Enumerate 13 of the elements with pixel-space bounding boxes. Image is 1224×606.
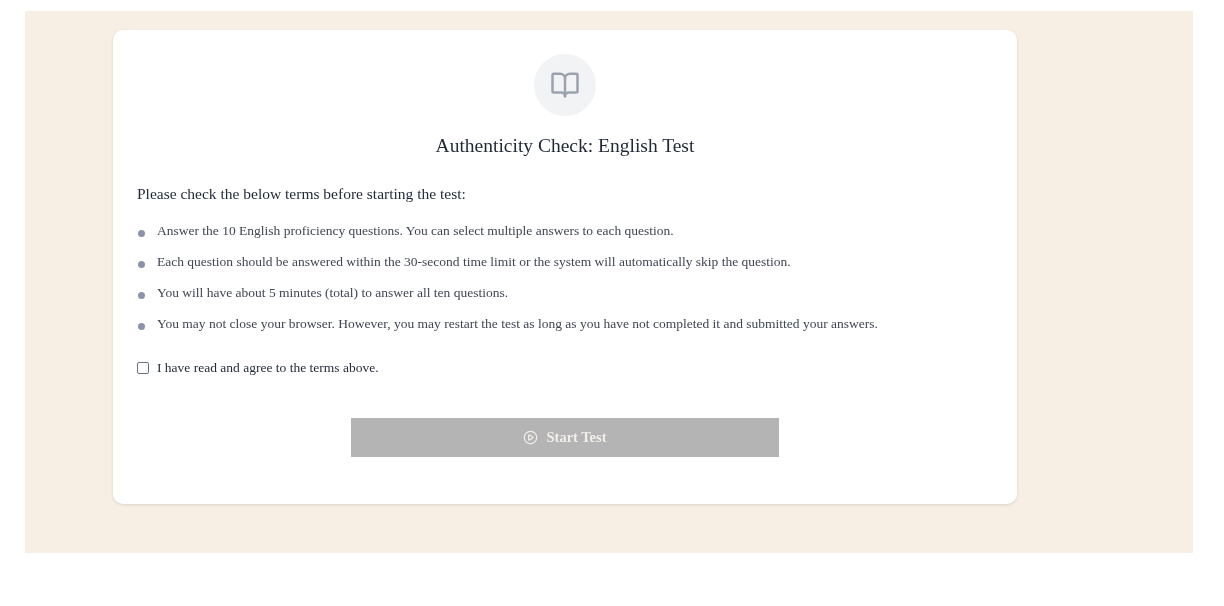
- agree-label: I have read and agree to the terms above.: [157, 359, 379, 377]
- play-icon: [523, 430, 539, 445]
- bullet-icon: [138, 291, 145, 299]
- term-text: Answer the 10 English proficiency questions. You can select multiple answers to each question.: [157, 222, 674, 240]
- term-text: You may not close your browser. However, you may restart the test as long as you have not completed it and submitted your answers.: [157, 315, 878, 333]
- card-title: Authenticity Check: English Test: [435, 134, 695, 158]
- term-text: You will have about 5 minutes (total) to answer all ten questions.: [157, 284, 509, 302]
- bullet-icon: [138, 322, 145, 330]
- intro-text: Please check the below terms before starting the test:: [137, 185, 466, 203]
- bullet-icon: [138, 229, 145, 237]
- agree-checkbox[interactable]: [137, 362, 149, 374]
- bullet-icon: [138, 260, 145, 268]
- term-text: Each question should be answered within the 30-second time limit or the system will automatically skip the question.: [157, 253, 791, 271]
